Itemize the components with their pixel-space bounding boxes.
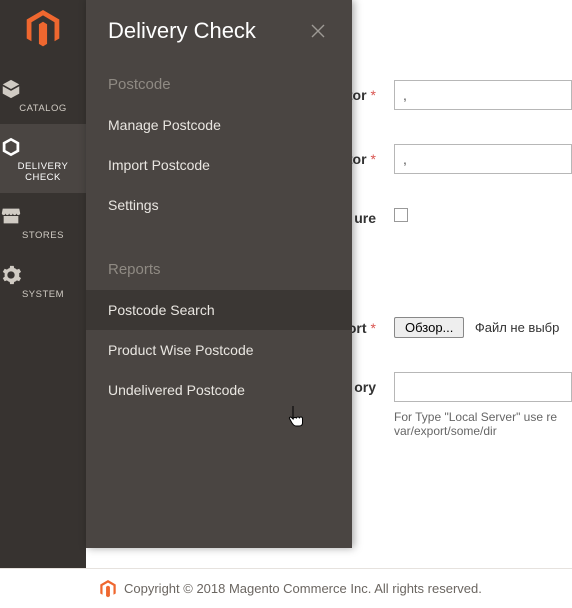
enclosure-checkbox[interactable] [394,208,408,222]
gear-icon [0,264,86,286]
separator-input-1[interactable] [394,80,572,110]
rail-label: CATALOG [0,104,86,114]
footer: Copyright © 2018 Magento Commerce Inc. A… [0,568,572,608]
close-icon[interactable] [306,19,330,43]
rail-label: STORES [0,231,86,241]
store-icon [0,205,86,227]
rail-label: DELIVERYCHECK [0,162,86,183]
menu-item-undelivered-postcode[interactable]: Undelivered Postcode [86,370,352,410]
rail-item-catalog[interactable]: CATALOG [0,66,86,124]
magento-logo-icon [26,10,60,48]
menu-item-postcode-search[interactable]: Postcode Search [86,290,352,330]
section-label-reports: Reports [86,253,352,290]
flyout-title: Delivery Check [108,18,256,44]
menu-item-manage-postcode[interactable]: Manage Postcode [86,105,352,145]
rail-label: SYSTEM [0,290,86,300]
hexagon-icon [0,136,86,158]
magento-logo-small-icon [100,580,116,598]
directory-input[interactable] [394,372,572,402]
cube-icon [0,78,86,100]
rail-item-delivery-check[interactable]: DELIVERYCHECK [0,124,86,193]
separator-input-2[interactable] [394,144,572,174]
file-chosen-text: Файл не выбр [475,320,560,335]
menu-item-product-wise-postcode[interactable]: Product Wise Postcode [86,330,352,370]
section-label-postcode: Postcode [86,68,352,105]
copyright-text: Copyright © 2018 Magento Commerce Inc. A… [124,581,482,596]
delivery-check-flyout: Delivery Check Postcode Manage Postcode … [86,0,352,548]
menu-item-settings[interactable]: Settings [86,185,352,225]
rail-item-system[interactable]: SYSTEM [0,252,86,310]
file-browse-button[interactable]: Обзор... [394,317,464,338]
help-text: For Type "Local Server" use re var/expor… [394,410,572,438]
admin-rail: CATALOG DELIVERYCHECK STORES SYSTEM [0,0,86,608]
rail-item-stores[interactable]: STORES [0,193,86,251]
menu-item-import-postcode[interactable]: Import Postcode [86,145,352,185]
